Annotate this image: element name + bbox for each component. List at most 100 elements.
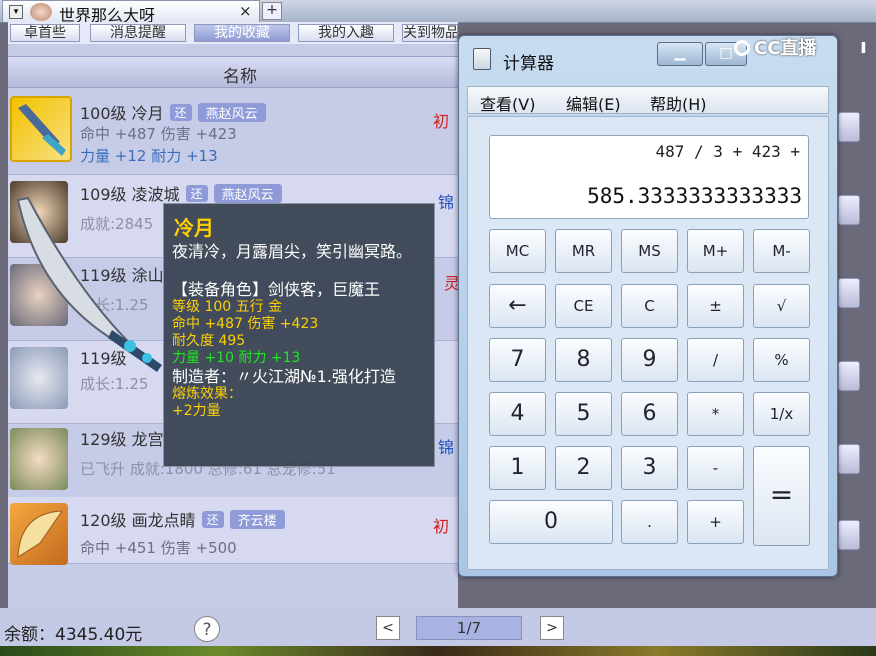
tooltip-stats: 【装备角色】剑侠客，巨魔王 等级 100 五行 金 命中 +487 伤害 +42… <box>172 280 428 420</box>
row-action-button[interactable] <box>838 195 860 225</box>
row-action-button[interactable] <box>838 444 860 474</box>
balance-text: 余额：4345.40元 <box>4 625 143 645</box>
tab-button-1[interactable]: 卓首些 <box>10 24 80 42</box>
tooltip-hit: 命中 +487 伤害 +423 <box>172 316 319 332</box>
column-header: 名称 <box>8 56 458 88</box>
character-avatar <box>10 428 68 490</box>
backspace-button[interactable]: ← <box>489 284 546 328</box>
plus-minus-button[interactable]: ± <box>687 284 744 328</box>
tab-close-icon[interactable]: × <box>239 2 252 20</box>
reciprocal-button[interactable]: 1/x <box>753 392 810 436</box>
calculator-menu-bar: 查看(V) 编辑(E) 帮助(H) <box>467 86 829 114</box>
return-badge: 还 <box>201 511 224 528</box>
return-badge: 还 <box>185 185 208 202</box>
tooltip-grade: 等级 100 五行 金 <box>172 299 283 315</box>
side-label: 初 <box>433 112 450 131</box>
ms-button[interactable]: MS <box>621 229 678 273</box>
percent-button[interactable]: % <box>753 338 810 382</box>
prev-page-button[interactable]: < <box>376 616 400 640</box>
fan-icon <box>17 510 63 558</box>
column-name-label: 名称 <box>223 67 257 87</box>
clear-button[interactable]: C <box>621 284 678 328</box>
subtract-button[interactable]: - <box>687 446 744 490</box>
ce-button[interactable]: CE <box>555 284 612 328</box>
mc-button[interactable]: MC <box>489 229 546 273</box>
game-scene-strip <box>0 646 876 656</box>
item-thumbnail <box>10 503 68 565</box>
item-tooltip: 冷月 夜清冷，月露眉尖，笑引幽冥路。 【装备角色】剑侠客，巨魔王 等级 100 … <box>163 203 435 467</box>
minimize-button[interactable]: ▁ <box>657 42 703 66</box>
return-badge: 还 <box>169 104 192 121</box>
tooltip-forge-value: +2力量 <box>172 403 221 419</box>
tooltip-description: 夜清冷，月露眉尖，笑引幽冥路。 <box>172 242 413 261</box>
add-button[interactable]: + <box>687 500 744 544</box>
panel-tabs: 卓首些 消息提醒 我的收藏 我的入趣 关到物品 <box>8 22 458 44</box>
calculator-icon <box>473 48 491 70</box>
browser-tab-bar: ▾ 世界那么大呀 × + <box>0 0 876 25</box>
server-badge: 齐云楼 <box>229 510 285 529</box>
digit-4-button[interactable]: 4 <box>489 392 546 436</box>
tooltip-durability: 耐久度 495 <box>172 333 246 349</box>
server-badge: 燕赵风云 <box>197 103 266 122</box>
tab-button-2[interactable]: 消息提醒 <box>90 24 186 42</box>
tooltip-attributes: 力量 +10 耐力 +13 <box>172 350 301 366</box>
row-action-button[interactable] <box>838 361 860 391</box>
multiply-button[interactable]: * <box>687 392 744 436</box>
digit-2-button[interactable]: 2 <box>555 446 612 490</box>
menu-help[interactable]: 帮助(H) <box>650 91 707 115</box>
side-label: 初 <box>433 517 450 536</box>
side-label: 锦 <box>438 438 455 457</box>
digit-0-button[interactable]: 0 <box>489 500 613 544</box>
browser-tab[interactable]: ▾ 世界那么大呀 × <box>2 0 260 25</box>
menu-edit[interactable]: 编辑(E) <box>566 91 621 115</box>
m-plus-button[interactable]: M+ <box>687 229 744 273</box>
cc-live-watermark: CC直播 <box>734 34 816 60</box>
sword-illustration <box>16 196 162 372</box>
m-minus-button[interactable]: M- <box>753 229 810 273</box>
equals-button[interactable]: = <box>753 446 810 546</box>
calculator-window[interactable]: 计算器 ▁ □ 查看(V) 编辑(E) 帮助(H) 487 / 3 + 423 … <box>458 35 838 577</box>
tab-button-5[interactable]: 关到物品 <box>402 24 458 42</box>
cc-logo-icon <box>734 40 750 56</box>
digit-9-button[interactable]: 9 <box>621 338 678 382</box>
digit-7-button[interactable]: 7 <box>489 338 546 382</box>
server-badge: 燕赵风云 <box>213 184 282 203</box>
help-icon[interactable]: ? <box>194 616 220 642</box>
item-stats: 命中 +487 伤害 +423 <box>80 125 237 143</box>
digit-5-button[interactable]: 5 <box>555 392 612 436</box>
sqrt-button[interactable]: √ <box>753 284 810 328</box>
list-item[interactable]: 120级 画龙点睛还齐云楼 命中 +451 伤害 +500 <box>8 497 458 565</box>
calculator-display: 487 / 3 + 423 + 585.3333333333333 <box>489 135 809 219</box>
menu-view[interactable]: 查看(V) <box>480 91 535 115</box>
item-stats: 命中 +451 伤害 +500 <box>80 539 237 557</box>
item-title: 129级 龙宫 <box>80 430 164 449</box>
mr-button[interactable]: MR <box>555 229 612 273</box>
tab-menu-icon[interactable]: ▾ <box>9 5 23 19</box>
digit-6-button[interactable]: 6 <box>621 392 678 436</box>
tooltip-role: 【装备角色】剑侠客，巨魔王 <box>172 280 381 299</box>
side-label: 锦 <box>438 193 455 212</box>
item-stats-2: 力量 +12 耐力 +13 <box>80 147 218 165</box>
display-expression: 487 / 3 + 423 + <box>655 142 801 161</box>
calculator-title: 计算器 <box>503 54 554 74</box>
item-title: 120级 画龙点睛还齐云楼 <box>80 507 285 531</box>
decimal-button[interactable]: . <box>621 500 678 544</box>
digit-8-button[interactable]: 8 <box>555 338 612 382</box>
edge-mark: ı <box>860 34 867 58</box>
tab-button-4[interactable]: 我的入趣 <box>298 24 394 42</box>
tooltip-forge-label: 熔炼效果： <box>172 386 242 402</box>
divide-button[interactable]: / <box>687 338 744 382</box>
list-item[interactable]: 100级 冷月还燕赵风云 命中 +487 伤害 +423 力量 +12 耐力 +… <box>8 92 458 175</box>
digit-3-button[interactable]: 3 <box>621 446 678 490</box>
new-tab-button[interactable]: + <box>262 2 282 20</box>
page-indicator: 1/7 <box>416 616 522 640</box>
item-title: 100级 冷月还燕赵风云 <box>80 100 266 124</box>
row-action-button[interactable] <box>838 112 860 142</box>
row-action-button[interactable] <box>838 520 860 550</box>
next-page-button[interactable]: > <box>540 616 564 640</box>
tooltip-title: 冷月 <box>174 216 214 240</box>
row-action-button[interactable] <box>838 278 860 308</box>
tab-button-favorites[interactable]: 我的收藏 <box>194 24 290 42</box>
weapon-icon <box>18 104 66 156</box>
digit-1-button[interactable]: 1 <box>489 446 546 490</box>
